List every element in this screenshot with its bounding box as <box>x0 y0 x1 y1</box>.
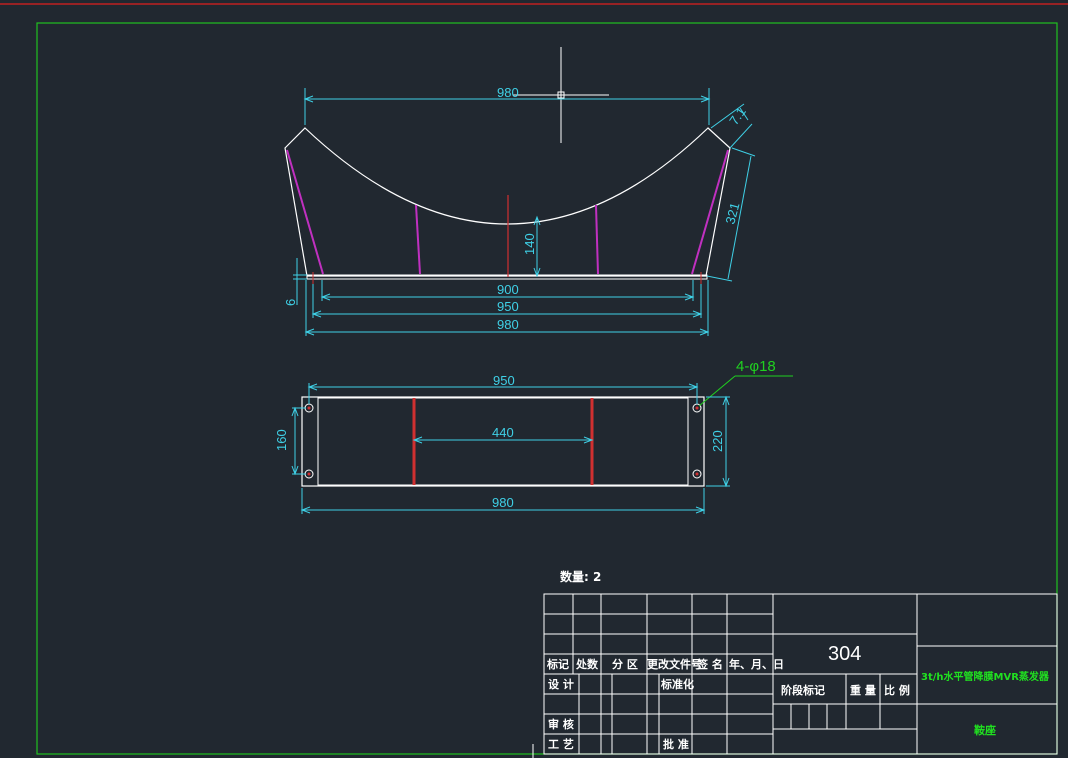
tb-standardize: 标准化 <box>660 677 694 691</box>
dim-angle: 7.1 <box>726 104 749 127</box>
tb-material: 304 <box>828 643 861 665</box>
dim-front-top: 980 <box>497 85 519 100</box>
tb-project-title: 3t/h水平管降膜MVR蒸发器 <box>921 670 1050 683</box>
cad-canvas: 980 7.1 321 140 6 900 950 980 4-φ18 950 … <box>0 3 1068 758</box>
dim-980: 980 <box>497 317 519 332</box>
dim-plan-top: 950 <box>493 373 515 388</box>
tb-header-date: 年、月、日 <box>729 657 784 671</box>
front-view: 980 7.1 321 140 6 900 950 980 <box>283 85 756 336</box>
dim-plan-mid: 440 <box>492 425 514 440</box>
mounting-holes <box>304 403 702 479</box>
tb-weight: 重 量 <box>850 683 876 697</box>
tb-header-sign: 签 名 <box>696 657 723 671</box>
hole-callout: 4-φ18 <box>736 358 776 375</box>
tb-approve: 批 准 <box>663 737 689 751</box>
quantity-label: 数量: 2 <box>560 569 601 584</box>
tb-header-count: 处数 <box>575 657 599 671</box>
title-block-text: 标记 处数 分 区 更改文件号 签 名 年、月、日 设 计 标准化 审 核 工 … <box>546 643 1050 751</box>
drawing-frame <box>36 22 1058 755</box>
dim-900: 900 <box>497 282 519 297</box>
dim-slope: 321 <box>722 201 742 226</box>
hole-leader <box>698 375 793 407</box>
tb-part-name: 鞍座 <box>974 723 996 737</box>
plan-outer <box>301 396 705 487</box>
dim-plan-right: 220 <box>710 430 725 452</box>
tb-review: 审 核 <box>548 717 574 731</box>
crosshair-cursor[interactable] <box>513 47 609 143</box>
dim-height: 140 <box>522 233 537 255</box>
plan-inner <box>317 397 689 486</box>
rib-left <box>415 204 421 275</box>
side-plate-left <box>286 149 324 275</box>
dim-plan-bottom: 980 <box>492 495 514 510</box>
tb-header-mark: 标记 <box>546 657 569 671</box>
tb-header-zone: 分 区 <box>612 657 638 671</box>
dim-950: 950 <box>497 299 519 314</box>
dim-plate: 6 <box>283 299 298 306</box>
dim-plan-left: 160 <box>274 429 289 451</box>
tb-header-doc: 更改文件号 <box>647 657 702 671</box>
tb-scale: 比 例 <box>884 683 910 697</box>
rib-right <box>595 204 599 275</box>
tb-design: 设 计 <box>548 677 574 691</box>
tb-stage-mark: 阶段标记 <box>781 683 825 697</box>
tb-process: 工 艺 <box>548 737 574 751</box>
plan-view: 4-φ18 950 440 160 220 980 <box>274 358 793 514</box>
